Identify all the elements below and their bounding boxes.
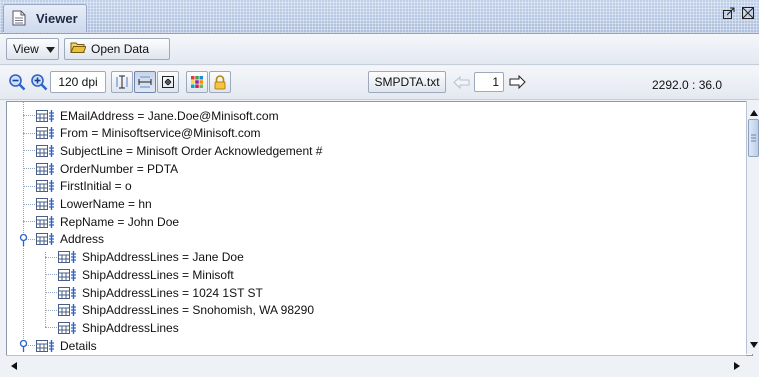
next-page-icon[interactable] (508, 74, 526, 92)
title-tab[interactable]: Viewer (3, 4, 87, 32)
window-title: Viewer (36, 11, 78, 26)
tree-node[interactable]: FirstInitial = o (36, 178, 132, 195)
previous-page-icon[interactable] (453, 75, 471, 92)
tree-node[interactable]: ShipAddressLines = Jane Doe (58, 249, 244, 266)
tree-node[interactable]: ShipAddressLines = Snohomish, WA 98290 (58, 302, 314, 319)
tree-connector (23, 150, 35, 152)
dpi-field[interactable]: 120 dpi (50, 71, 106, 93)
tree-connector (23, 221, 35, 223)
tree-node-label: SubjectLine = Minisoft Order Acknowledge… (60, 143, 323, 158)
tree-node-label: ShipAddressLines = Jane Doe (82, 250, 244, 265)
lock-icon[interactable] (209, 71, 231, 93)
fit-width-icon[interactable] (134, 71, 156, 93)
tree-node-label: ShipAddressLines = Snohomish, WA 98290 (82, 303, 315, 318)
view-label: View (13, 42, 39, 56)
dpi-value: 120 dpi (58, 75, 98, 89)
menu-bar: View Open Data (0, 34, 759, 65)
field-node-icon (58, 304, 78, 317)
tree-connector (45, 309, 57, 311)
open-data-button[interactable]: Open Data (64, 38, 170, 60)
tree-node[interactable]: ShipAddressLines = Minisoft (58, 266, 234, 283)
color-palette-icon[interactable] (186, 71, 208, 93)
field-node-icon (36, 162, 56, 175)
close-icon[interactable] (741, 6, 755, 23)
expand-toggle-icon[interactable] (19, 233, 28, 249)
tree-connector (45, 327, 57, 329)
file-name-button[interactable]: SMPDTA.txt (368, 71, 446, 93)
tree-connector (45, 274, 57, 276)
tree-view[interactable]: EMailAddress = Jane.Doe@Minisoft.com From… (6, 101, 753, 356)
field-node-icon (58, 321, 78, 334)
open-data-label: Open Data (91, 42, 150, 56)
horizontal-scrollbar[interactable] (6, 355, 746, 370)
title-bar: Viewer (0, 0, 759, 34)
field-node-icon (58, 268, 78, 281)
scroll-right-icon[interactable] (734, 359, 740, 373)
tree-connector (23, 168, 35, 170)
field-node-icon (36, 339, 56, 352)
field-node-icon (36, 144, 56, 157)
tree-node[interactable]: LowerName = hn (36, 196, 152, 213)
tree-node[interactable]: ShipAddressLines = 1024 1ST ST (58, 284, 263, 301)
tree-connector (23, 132, 35, 134)
vertical-scrollbar[interactable] (746, 101, 759, 354)
field-node-icon (36, 109, 56, 122)
tree-node[interactable]: SubjectLine = Minisoft Order Acknowledge… (36, 142, 322, 159)
expand-toggle-icon[interactable] (19, 339, 28, 355)
tree-node-label: ShipAddressLines = 1024 1ST ST (82, 285, 263, 300)
tree-connector (23, 115, 35, 116)
page-number-field[interactable]: 1 (474, 72, 504, 92)
scroll-up-icon[interactable] (750, 105, 758, 119)
tree-node[interactable]: EMailAddress = Jane.Doe@Minisoft.com (36, 107, 279, 124)
document-icon (12, 10, 26, 29)
tree-node[interactable]: OrderNumber = PDTA (36, 160, 178, 177)
field-node-icon (36, 215, 56, 228)
tree-node[interactable]: RepName = John Doe (36, 213, 179, 230)
vertical-scroll-thumb[interactable] (748, 119, 759, 157)
fit-height-icon[interactable] (111, 71, 133, 93)
tree-node[interactable]: Address (36, 231, 104, 248)
tree-node-label: Details (60, 338, 97, 353)
tree-node-label: ShipAddressLines = Minisoft (82, 267, 234, 282)
tree-node[interactable]: From = Minisoftservice@Minisoft.com (36, 125, 261, 142)
field-node-icon (36, 198, 56, 210)
scroll-left-icon[interactable] (11, 359, 17, 373)
restore-icon[interactable] (722, 6, 736, 23)
tree-node-label: RepName = John Doe (60, 214, 180, 229)
tree-guide-line (45, 252, 46, 327)
scroll-down-icon[interactable] (750, 337, 758, 351)
tree-node-label: FirstInitial = o (60, 179, 132, 194)
tree-node[interactable]: ShipAddressLines (58, 319, 179, 336)
zoom-in-icon[interactable] (28, 71, 50, 93)
tree-node-label: EMailAddress = Jane.Doe@Minisoft.com (60, 108, 279, 123)
field-node-icon (36, 233, 56, 246)
tree-connector (45, 256, 57, 258)
tree-connector (23, 185, 35, 187)
tree-connector (45, 292, 57, 293)
view-menu-button[interactable]: View (6, 38, 59, 60)
toolbar: 120 dpi SMPDTA.txt 1 2292.0: 36.0 (0, 66, 759, 100)
field-node-icon (36, 180, 56, 193)
folder-open-icon (70, 41, 87, 57)
tree-node[interactable]: Details (36, 337, 97, 354)
tree-node-label: Address (60, 232, 105, 247)
zoom-out-icon[interactable] (6, 71, 28, 93)
tree-node-label: ShipAddressLines (82, 320, 179, 335)
tree-connector (23, 203, 35, 205)
field-node-icon (36, 127, 56, 140)
tree-node-label: LowerName = hn (60, 197, 152, 211)
fit-page-icon[interactable] (157, 71, 179, 93)
coordinates-readout: 2292.0 : 36.0 (652, 78, 723, 92)
tree-node-label: OrderNumber = PDTA (60, 161, 179, 176)
viewer-window: Viewer View Open Data 120 dpi SMPDTA.txt… (0, 0, 759, 377)
dropdown-arrow-icon (45, 42, 55, 56)
file-name: SMPDTA.txt (374, 75, 440, 89)
field-node-icon (58, 251, 78, 264)
tree-node-label: From = Minisoftservice@Minisoft.com (60, 126, 261, 141)
field-node-icon (58, 286, 78, 299)
page-number: 1 (492, 75, 499, 89)
